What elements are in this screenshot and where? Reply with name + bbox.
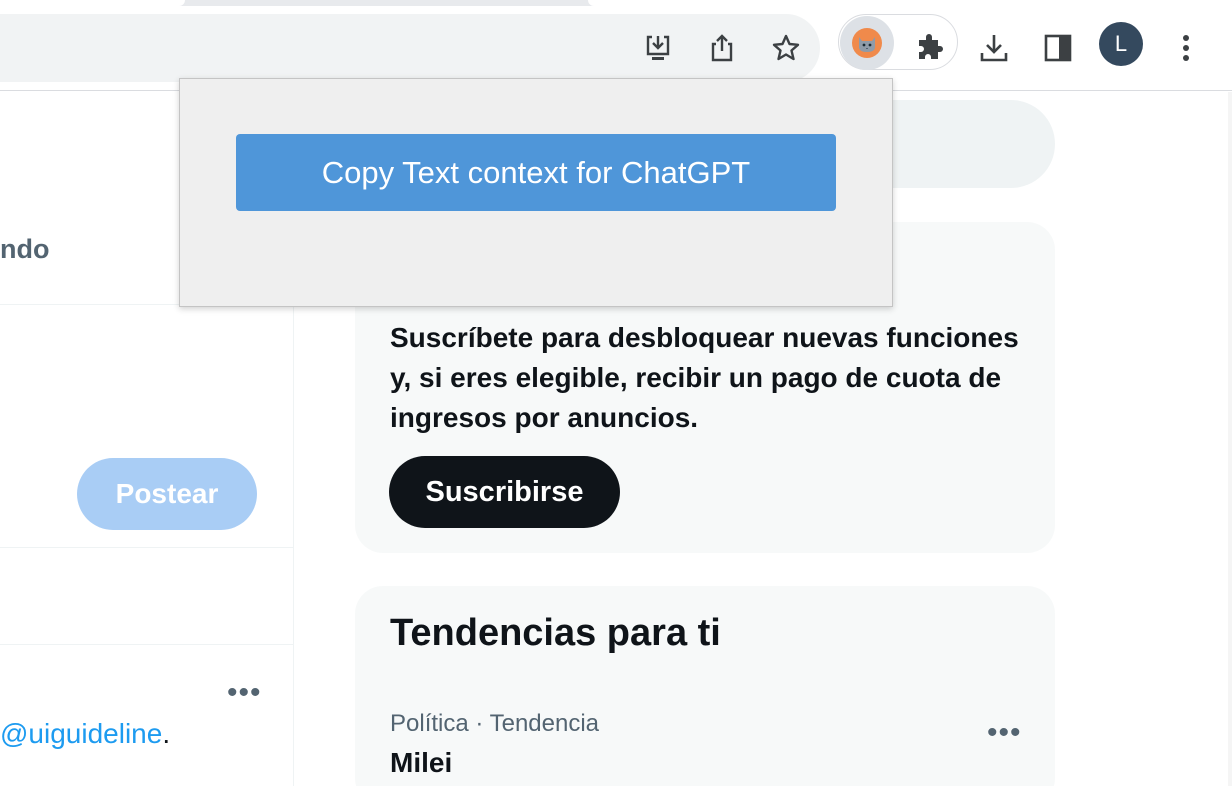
cat-extension-icon[interactable] [840, 16, 894, 70]
extension-popup: Copy Text context for ChatGPT [179, 78, 893, 307]
post-button[interactable]: Postear [77, 458, 257, 530]
post-text-line: @uiguideline. [0, 718, 170, 750]
scrollbar[interactable] [1228, 92, 1232, 786]
kebab-menu-icon[interactable] [1170, 28, 1202, 68]
download-icon[interactable] [974, 28, 1014, 68]
premium-description: Suscríbete para desbloquear nuevas funci… [390, 322, 1019, 433]
subscribe-button[interactable]: Suscribirse [389, 456, 620, 528]
trend-topic-link[interactable]: Milei [390, 747, 452, 779]
side-panel-icon[interactable] [1038, 28, 1078, 68]
post-more-options-icon[interactable]: ••• [227, 678, 262, 708]
star-icon[interactable] [768, 30, 804, 66]
divider [0, 644, 294, 645]
share-icon[interactable] [704, 30, 740, 66]
trend-category: Política · Tendencia [390, 710, 600, 737]
profile-avatar[interactable]: L [1099, 22, 1143, 66]
puzzle-icon[interactable] [910, 28, 950, 68]
tab-trending-partial[interactable]: ndo [0, 234, 49, 265]
trends-heading: Tendencias para ti [390, 612, 721, 654]
install-app-icon[interactable] [640, 30, 676, 66]
divider [0, 547, 294, 548]
mention-link[interactable]: @uiguideline [0, 718, 162, 749]
mention-suffix: . [162, 718, 171, 749]
address-bar[interactable] [0, 14, 820, 82]
trend-more-options-icon[interactable]: ••• [987, 718, 1022, 748]
copy-context-button[interactable]: Copy Text context for ChatGPT [236, 134, 836, 211]
